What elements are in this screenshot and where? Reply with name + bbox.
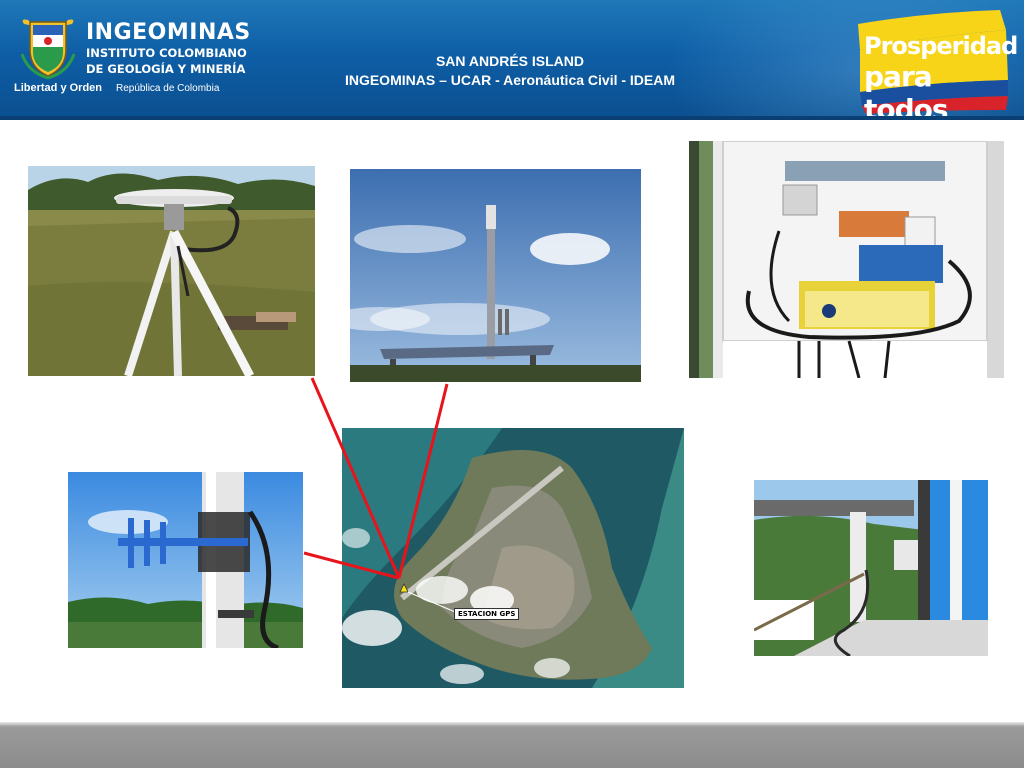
org-full-line-1: INSTITUTO COLOMBIANO <box>86 46 247 60</box>
gps-station-label: ESTACION GPS <box>454 608 520 620</box>
header-banner: Libertad y Orden INGEOMINAS INSTITUTO CO… <box>0 0 1024 120</box>
photo-rooftop-mount <box>754 480 988 656</box>
country-text: República de Colombia <box>116 83 220 94</box>
slogan-text: Libertad y Orden <box>14 82 103 94</box>
org-name: INGEOMINAS <box>86 20 251 45</box>
photo-yagi-antenna <box>68 472 303 648</box>
slide-title: SAN ANDRÉS ISLAND INGEOMINAS – UCAR - Ae… <box>300 52 720 90</box>
photo-gps-antenna-tripod <box>28 166 315 376</box>
footer-bar <box>0 722 1024 768</box>
brand-line-2: para todos <box>864 60 949 120</box>
brand-line-1: Prosperidad <box>864 32 1018 60</box>
map-san-andres-island: ESTACION GPS <box>342 428 684 688</box>
photo-weather-mast <box>350 169 641 382</box>
colombia-crest-icon <box>20 19 76 80</box>
photo-equipment-enclosure <box>689 141 1004 378</box>
prosperidad-logo: Prosperidad para todos <box>850 10 1018 120</box>
title-line-1: SAN ANDRÉS ISLAND <box>435 53 585 69</box>
org-full-line-2: DE GEOLOGÍA Y MINERÍA <box>86 62 246 76</box>
title-line-2: INGEOMINAS – UCAR - Aeronáutica Civil - … <box>344 72 676 88</box>
